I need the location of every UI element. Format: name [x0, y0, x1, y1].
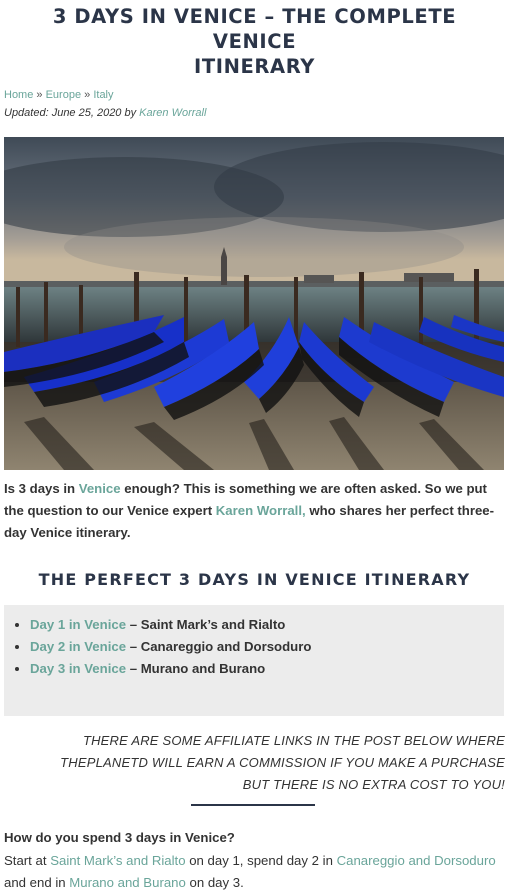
breadcrumb: Home » Europe » Italy — [0, 79, 509, 102]
disclaimer-line-3: BUT THERE IS NO EXTRA COST TO YOU! — [242, 777, 505, 792]
list-item: Day 2 in Venice – Canareggio and Dorsodu… — [30, 636, 504, 658]
article-page: 3 DAYS IN VENICE – THE COMPLETE VENICE I… — [0, 0, 509, 890]
updated-date: Updated: June 25, 2020 by — [4, 107, 137, 119]
day-1-description: – Saint Mark’s and Rialto — [126, 617, 286, 632]
day-3-description: – Murano and Burano — [126, 661, 266, 676]
answer-text: Start at — [4, 853, 51, 868]
breadcrumb-home[interactable]: Home — [4, 89, 33, 101]
page-title-line-1: 3 DAYS IN VENICE – THE COMPLETE VENICE — [52, 5, 457, 53]
breadcrumb-separator: » — [84, 89, 91, 101]
answer-text: and end in — [4, 875, 70, 890]
disclaimer-line-1: THERE ARE SOME AFFILIATE LINKS IN THE PO… — [82, 733, 505, 748]
faq-answer: Start at Saint Mark’s and Rialto on day … — [4, 850, 505, 894]
itinerary-heading: THE PERFECT 3 DAYS IN VENICE ITINERARY — [38, 570, 471, 589]
saint-marks-rialto-link[interactable]: Saint Mark’s and Rialto — [50, 853, 185, 868]
list-item: Day 1 in Venice – Saint Mark’s and Rialt… — [30, 614, 504, 636]
list-item: Day 3 in Venice – Murano and Burano — [30, 658, 504, 680]
day-1-link[interactable]: Day 1 in Venice — [30, 617, 126, 632]
hero-image-gondolas — [4, 137, 504, 470]
author-link-inline[interactable]: Karen Worrall, — [216, 503, 306, 518]
day-2-description: – Canareggio and Dorsoduro — [126, 639, 312, 654]
page-title-line-2: ITINERARY — [193, 55, 316, 78]
itinerary-list: Day 1 in Venice – Saint Mark’s and Rialt… — [14, 614, 504, 680]
author-link[interactable]: Karen Worrall — [139, 107, 206, 119]
murano-burano-link[interactable]: Murano and Burano — [69, 875, 186, 890]
breadcrumb-europe[interactable]: Europe — [46, 89, 81, 101]
divider — [191, 804, 315, 806]
itinerary-contents-box: Day 1 in Venice – Saint Mark’s and Rialt… — [4, 605, 504, 716]
post-meta: Updated: June 25, 2020 by Karen Worrall — [0, 102, 509, 120]
faq-question: How do you spend 3 days in Venice? — [4, 830, 235, 845]
breadcrumb-separator: » — [36, 89, 43, 101]
breadcrumb-italy[interactable]: Italy — [93, 89, 113, 101]
venice-link[interactable]: Venice — [79, 481, 121, 496]
day-3-link[interactable]: Day 3 in Venice — [30, 661, 126, 676]
intro-paragraph: Is 3 days in Venice enough? This is some… — [4, 478, 505, 544]
answer-text: on day 1, spend day 2 in — [185, 853, 337, 868]
affiliate-disclaimer: THERE ARE SOME AFFILIATE LINKS IN THE PO… — [4, 730, 505, 796]
page-title: 3 DAYS IN VENICE – THE COMPLETE VENICE I… — [0, 0, 509, 79]
intro-text: Is 3 days in — [4, 481, 79, 496]
canareggio-dorsoduro-link[interactable]: Canareggio and Dorsoduro — [337, 853, 496, 868]
answer-text: on day 3. — [185, 875, 244, 890]
disclaimer-line-2: THEPLANETD WILL EARN A COMMISSION IF YOU… — [60, 755, 505, 770]
day-2-link[interactable]: Day 2 in Venice — [30, 639, 126, 654]
